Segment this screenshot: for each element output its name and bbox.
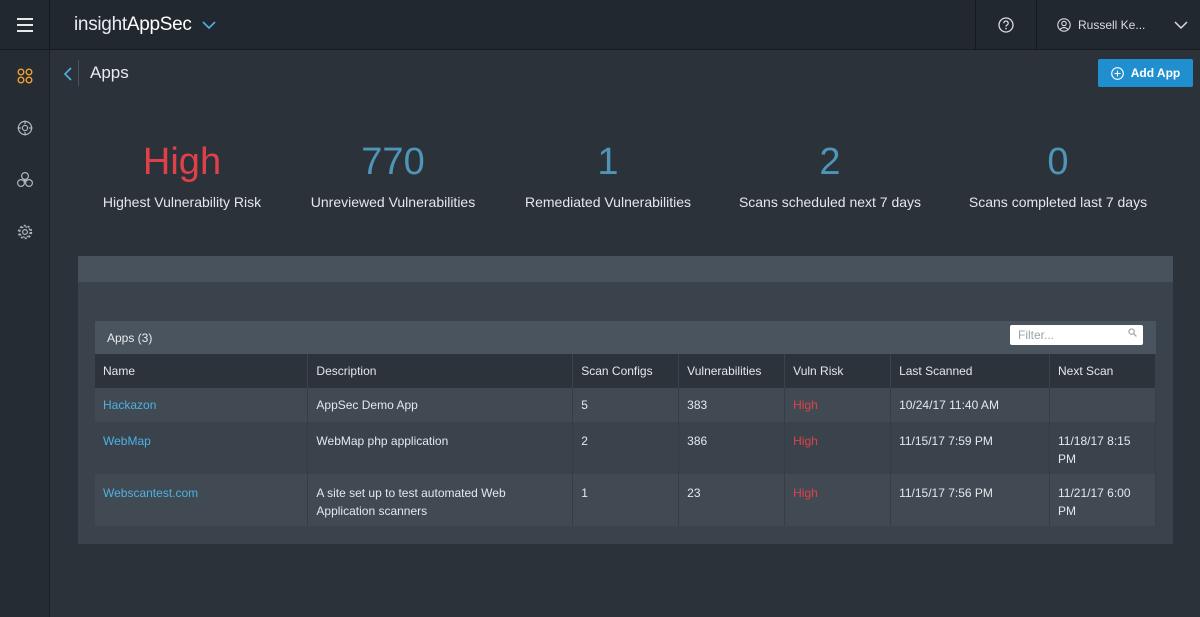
stat-highest-risk: High Highest Vulnerability Risk [92,138,272,210]
app-vulnerabilities: 383 [678,388,786,422]
app-name-link[interactable]: Hackazon [103,398,156,412]
biohazard-icon [16,171,34,188]
app-last-scanned: 11/15/17 7:59 PM [890,422,1050,474]
brand-light: insight [74,14,127,35]
app-scan-configs: 5 [572,388,680,422]
app-vuln-risk: High [793,486,818,500]
stat-value: 0 [1047,141,1069,183]
column-header-next-scan[interactable]: Next Scan [1049,354,1157,388]
stat-label: Highest Vulnerability Risk [102,194,262,210]
filter-input[interactable] [1010,325,1143,345]
apps-count: Apps (3) [107,331,153,345]
nav-scans[interactable] [0,113,50,143]
panel-header-strip [78,256,1173,282]
app-description: AppSec Demo App [307,388,574,422]
stat-remediated: 1 Remediated Vulnerabilities [518,138,698,210]
stat-scans-scheduled: 2 Scans scheduled next 7 days [730,138,930,210]
app-name-link[interactable]: WebMap [103,434,151,448]
column-header-description[interactable]: Description [307,354,574,388]
back-button[interactable] [58,62,78,86]
chevron-down-icon [202,20,216,30]
stat-label: Unreviewed Vulnerabilities [310,194,476,210]
app-scan-configs: 2 [572,422,680,474]
help-icon [998,17,1014,33]
apps-icon [17,68,33,84]
app-last-scanned: 11/15/17 7:56 PM [890,474,1050,526]
nav-apps[interactable] [0,61,50,91]
stat-label: Scans scheduled next 7 days [738,194,922,210]
column-header-name[interactable]: Name [95,354,309,388]
app-vuln-risk: High [793,434,818,448]
chevron-left-icon [64,67,72,81]
side-nav [0,50,50,617]
chevron-down-icon [1174,20,1188,30]
nav-settings[interactable] [0,217,50,247]
product-switcher[interactable]: insight AppSec [74,13,216,37]
user-name: Russell Ke... [1078,18,1146,32]
table-row[interactable]: Webscantest.com A site set up to test au… [95,474,1157,526]
table-row[interactable]: WebMap WebMap php application 2 386 High… [95,422,1157,474]
apps-table: Name Description Scan Configs Vulnerabil… [95,354,1157,526]
app-description: WebMap php application [307,422,574,474]
app-name-link[interactable]: Webscantest.com [103,486,198,500]
stat-value: 2 [819,141,841,183]
hamburger-icon [16,18,33,32]
app-scan-configs: 1 [572,474,680,526]
target-icon [17,120,33,136]
top-bar: insight AppSec Russell Ke... [0,0,1200,50]
nav-vulnerabilities[interactable] [0,165,50,195]
add-app-label: Add App [1130,66,1181,80]
page-title: Apps [90,63,129,82]
stat-value: High [142,141,222,183]
search-icon [1128,328,1137,337]
column-header-last-scanned[interactable]: Last Scanned [890,354,1050,388]
table-row[interactable]: Hackazon AppSec Demo App 5 383 High 10/2… [95,388,1157,422]
column-header-vulnerabilities[interactable]: Vulnerabilities [678,354,786,388]
app-description: A site set up to test automated Web Appl… [307,474,574,526]
column-header-vuln-risk[interactable]: Vuln Risk [784,354,892,388]
apps-table-header: Apps (3) [95,321,1156,354]
app-last-scanned: 10/24/17 11:40 AM [890,388,1050,422]
gear-icon [17,224,33,240]
stat-label: Remediated Vulnerabilities [524,194,692,210]
stat-label: Scans completed last 7 days [968,194,1148,210]
column-header-scan-configs[interactable]: Scan Configs [572,354,680,388]
help-button[interactable] [975,0,1037,50]
app-next-scan: 11/21/17 6:00 PM [1049,474,1157,526]
table-header-row: Name Description Scan Configs Vulnerabil… [95,354,1157,388]
stat-scans-completed: 0 Scans completed last 7 days [958,138,1158,210]
header-divider [78,60,79,86]
app-vulnerabilities: 23 [678,474,786,526]
app-vuln-risk: High [793,398,818,412]
user-menu[interactable]: Russell Ke... [1037,0,1200,50]
hamburger-menu-button[interactable] [0,0,50,50]
app-vulnerabilities: 386 [678,422,786,474]
stat-value: 1 [597,141,619,183]
app-next-scan [1049,388,1157,422]
add-app-button[interactable]: Add App [1098,59,1193,87]
stat-value: 770 [361,141,425,183]
user-icon [1057,18,1071,32]
plus-circle-icon [1110,66,1124,80]
brand-bold: AppSec [126,14,192,35]
app-next-scan: 11/18/17 8:15 PM [1049,422,1157,474]
stat-unreviewed: 770 Unreviewed Vulnerabilities [303,138,483,210]
